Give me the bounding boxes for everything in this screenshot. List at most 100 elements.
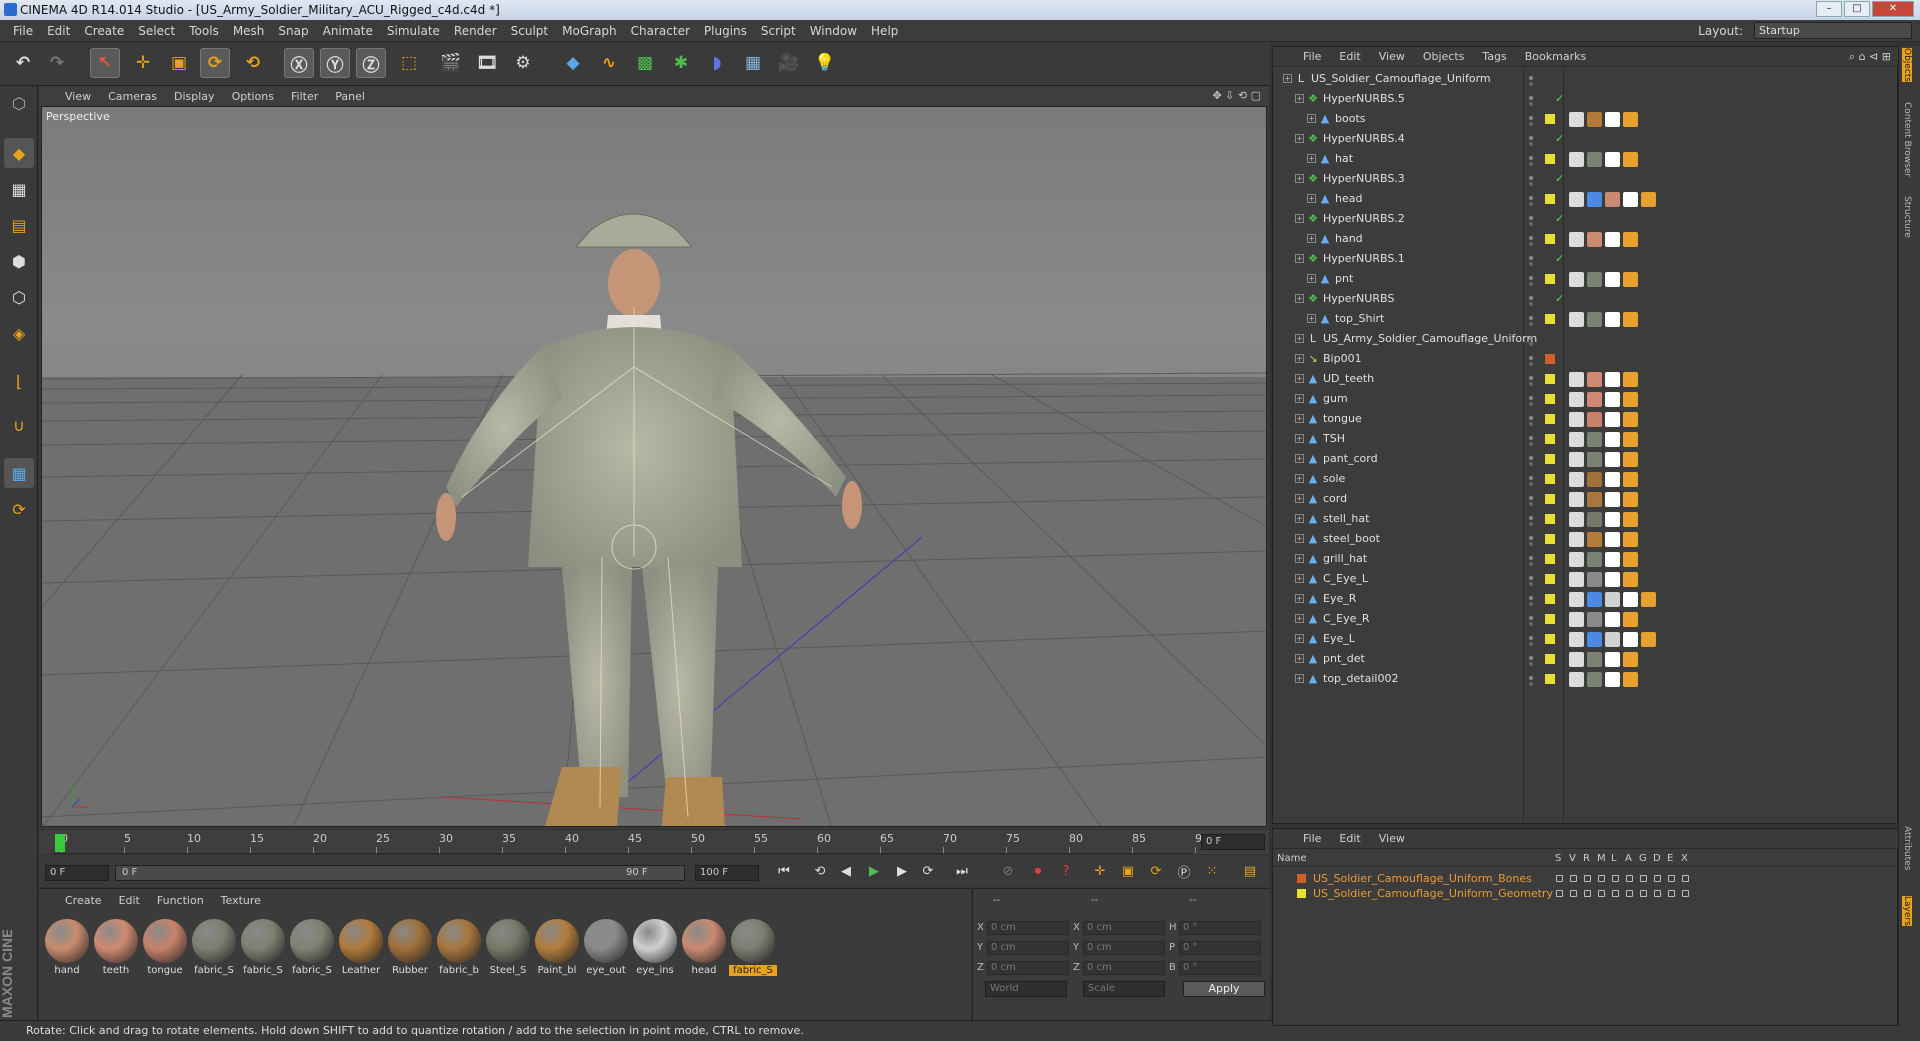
editor-visibility-dot[interactable] [1529,196,1533,200]
menu-edit[interactable]: Edit [40,24,77,38]
menu-script[interactable]: Script [754,24,803,38]
render-visibility-dot[interactable] [1529,402,1533,406]
object-tag-icon[interactable] [1587,112,1602,127]
menu-plugins[interactable]: Plugins [697,24,754,38]
object-tag-icon[interactable] [1605,152,1620,167]
layer-color-swatch[interactable] [1545,654,1555,664]
editor-visibility-dot[interactable] [1529,596,1533,600]
object-row[interactable]: + ▲ TSH [1273,429,1899,449]
material-menu-create[interactable]: Create [65,894,102,907]
expand-toggle-icon[interactable]: + [1295,374,1304,383]
layer-flag-icon[interactable] [1556,875,1563,882]
layer-flag-icon[interactable] [1612,875,1619,882]
object-tag-icon[interactable] [1587,532,1602,547]
expand-toggle-icon[interactable]: + [1295,514,1304,523]
coord-field[interactable]: 0 ° [1179,961,1261,975]
editor-visibility-dot[interactable] [1529,296,1533,300]
object-tag-icon[interactable] [1623,612,1638,627]
object-tag-icon[interactable] [1587,272,1602,287]
layer-menu-file[interactable]: File [1303,832,1321,845]
array-icon[interactable]: ✱ [666,48,696,78]
undo-icon[interactable]: ↶ [8,48,38,78]
object-tag-icon[interactable] [1605,432,1620,447]
key-scale-icon[interactable]: ▣ [1117,861,1139,881]
object-tag-icon[interactable] [1623,152,1638,167]
nurbs-icon[interactable]: ▩ [630,48,660,78]
object-row[interactable]: + L US_Soldier_Camouflage_Uniform [1273,69,1899,89]
render-visibility-dot[interactable] [1529,682,1533,686]
object-row[interactable]: + L US_Army_Soldier_Camouflage_Uniform [1273,329,1899,349]
layer-color-swatch[interactable] [1297,874,1306,883]
object-tag-icon[interactable] [1605,552,1620,567]
object-tag-icon[interactable] [1569,612,1584,627]
rotate-tool-icon[interactable]: ⟳ [200,48,230,78]
floor-icon[interactable]: ▦ [738,48,768,78]
expand-toggle-icon[interactable]: + [1295,594,1304,603]
expand-toggle-icon[interactable]: + [1295,534,1304,543]
object-tag-icon[interactable] [1587,612,1602,627]
object-tag-icon[interactable] [1587,152,1602,167]
expand-toggle-icon[interactable]: + [1307,114,1316,123]
menu-render[interactable]: Render [447,24,504,38]
render-visibility-dot[interactable] [1529,642,1533,646]
object-row[interactable]: + ❖ HyperNURBS.4 ✓ [1273,129,1899,149]
object-tag-icon[interactable] [1587,312,1602,327]
editor-visibility-dot[interactable] [1529,516,1533,520]
play-icon[interactable]: ▶ [863,861,885,881]
axis-mode-icon[interactable]: ⌊ [4,366,34,396]
edges-mode-icon[interactable]: ⬡ [4,282,34,312]
menu-sculpt[interactable]: Sculpt [504,24,555,38]
editor-visibility-dot[interactable] [1529,356,1533,360]
object-row[interactable]: + ▲ Eye_L [1273,629,1899,649]
material-swatch[interactable]: fabric_b [435,917,483,979]
layer-flag-icon[interactable] [1626,875,1633,882]
start-frame-field[interactable]: 0 F [45,865,109,881]
object-tag-icon[interactable] [1569,552,1584,567]
object-tag-icon[interactable] [1623,572,1638,587]
maximize-button[interactable]: □ [1844,1,1870,17]
viewport-nav-icon[interactable]: ✥ ⇩ ⟲ ▢ [1212,89,1261,102]
coord-field[interactable]: 0 cm [1083,921,1165,935]
object-tag-icon[interactable] [1605,392,1620,407]
expand-toggle-icon[interactable]: + [1307,274,1316,283]
object-row[interactable]: + ↘ Bip001 [1273,349,1899,369]
object-row[interactable]: + ▲ pnt_det [1273,649,1899,669]
object-tag-icon[interactable] [1623,492,1638,507]
material-swatch[interactable]: Leather [337,917,385,979]
om-menu-view[interactable]: View [1379,50,1405,63]
goto-start-icon[interactable]: ⏮ [773,861,795,881]
object-tag-icon[interactable] [1623,412,1638,427]
object-row[interactable]: + ❖ HyperNURBS.1 ✓ [1273,249,1899,269]
render-visibility-dot[interactable] [1529,302,1533,306]
object-tag-icon[interactable] [1623,232,1638,247]
object-row[interactable]: + ▲ sole [1273,469,1899,489]
object-tag-icon[interactable] [1623,372,1638,387]
enabled-check-icon[interactable]: ✓ [1555,209,1564,229]
render-visibility-dot[interactable] [1529,582,1533,586]
object-tag-icon[interactable] [1587,492,1602,507]
material-swatch[interactable]: teeth [92,917,140,979]
coord-field[interactable]: 0 cm [987,921,1069,935]
render-visibility-dot[interactable] [1529,622,1533,626]
object-tag-icon[interactable] [1569,452,1584,467]
editor-visibility-dot[interactable] [1529,376,1533,380]
object-tag-icon[interactable] [1623,472,1638,487]
layer-color-swatch[interactable] [1545,274,1555,284]
object-tag-icon[interactable] [1623,672,1638,687]
layer-color-swatch[interactable] [1545,514,1555,524]
expand-toggle-icon[interactable]: + [1295,394,1304,403]
render-visibility-dot[interactable] [1529,522,1533,526]
render-visibility-dot[interactable] [1529,422,1533,426]
object-tag-icon[interactable] [1623,512,1638,527]
key-position-icon[interactable]: ✛ [1089,861,1111,881]
material-swatch[interactable]: head [680,917,728,979]
z-axis-icon[interactable]: Ⓩ [356,48,386,78]
expand-toggle-icon[interactable]: + [1295,674,1304,683]
viewport-menu-panel[interactable]: Panel [335,90,365,103]
key-param-icon[interactable]: Ⓟ [1173,861,1195,881]
editor-visibility-dot[interactable] [1529,576,1533,580]
menu-simulate[interactable]: Simulate [380,24,447,38]
render-visibility-dot[interactable] [1529,202,1533,206]
render-visibility-dot[interactable] [1529,462,1533,466]
render-visibility-dot[interactable] [1529,662,1533,666]
